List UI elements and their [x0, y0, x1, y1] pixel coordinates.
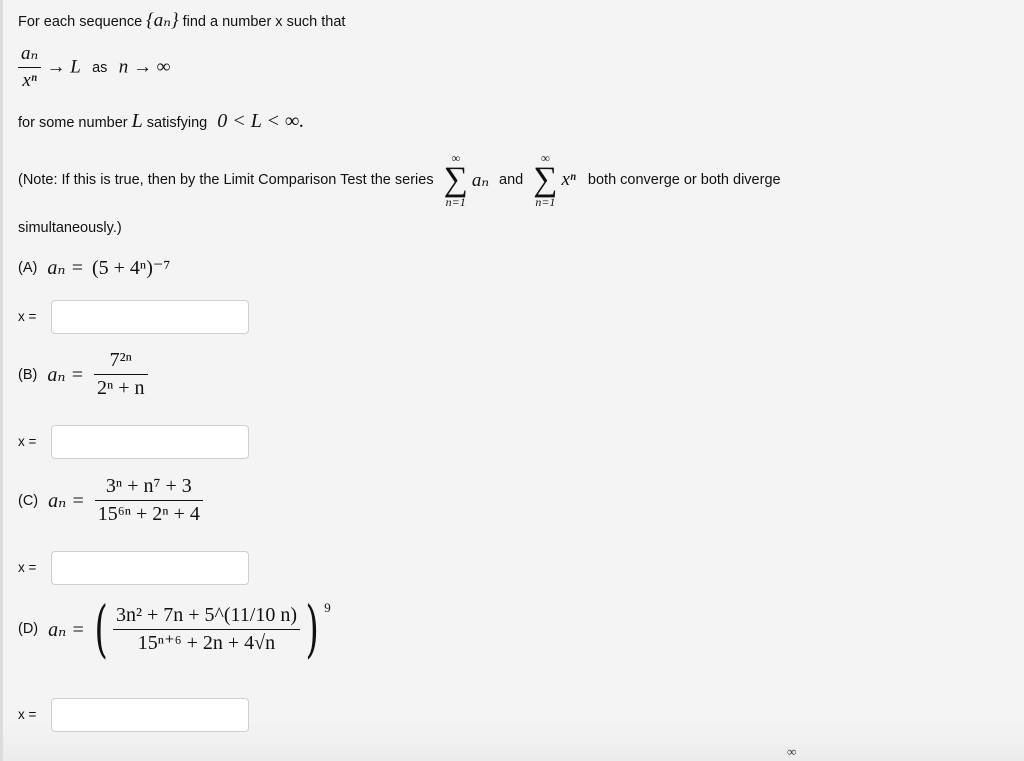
limit-fraction: aₙ xⁿ: [18, 43, 42, 91]
problem-panel: For each sequence {aₙ} find a number x s…: [0, 0, 1024, 761]
intro-line-3: for some number L satisfying 0 < L < ∞.: [18, 110, 304, 133]
sum-term-an: aₙ: [471, 169, 490, 191]
problem-fraction: 3n² + 7n + 5^(11/10 n) 15ⁿ⁺⁶ + 2n + 4√n: [112, 603, 301, 654]
limit-expression: aₙ xⁿ → L as n → ∞: [18, 44, 170, 91]
fraction-numerator: 3ⁿ + n⁷ + 3: [105, 475, 192, 497]
problem-lhs: aₙ =: [48, 490, 85, 512]
sum-an: ∞ ∑ n=1: [444, 151, 468, 209]
fraction-numerator: 3n² + 7n + 5^(11/10 n): [115, 603, 298, 626]
and-text: and: [499, 172, 524, 188]
arrow-L: → L: [46, 56, 81, 78]
fraction-numerator: 7²ⁿ: [109, 349, 132, 371]
sigma-icon: ∑: [443, 161, 468, 198]
x-label: x =: [18, 707, 37, 722]
problem-lhs: aₙ =: [47, 364, 84, 386]
sum-term-xn: xⁿ: [561, 169, 576, 190]
inequality: 0 < L < ∞.: [217, 110, 305, 132]
sigma-icon: ∑: [533, 161, 558, 198]
answer-input-d[interactable]: [51, 698, 249, 732]
problem-label: (A): [18, 259, 38, 276]
problem-formula: (5 + 4ⁿ)⁻⁷: [91, 257, 171, 279]
problem-label: (C): [18, 492, 39, 509]
problem-lhs: aₙ =: [48, 618, 85, 641]
problem-fraction: 7²ⁿ 2ⁿ + n: [93, 349, 148, 399]
sum-lower-limit: n=1: [445, 195, 466, 209]
sum-lower-limit: n=1: [535, 195, 556, 209]
problem-fraction: 3ⁿ + n⁷ + 3 15⁶ⁿ + 2ⁿ + 4: [94, 475, 203, 525]
problem-label: (D): [18, 621, 39, 637]
intro-line-1: For each sequence {aₙ} find a number x s…: [18, 9, 345, 32]
fraction-bar: [93, 374, 148, 375]
fraction-denominator: 2ⁿ + n: [96, 377, 145, 399]
as-text: as: [92, 60, 108, 77]
problem-b: (B) aₙ = 7²ⁿ 2ⁿ + n: [18, 350, 148, 399]
n-to-infinity: n → ∞: [118, 56, 171, 78]
limit-denominator: xⁿ: [22, 69, 37, 91]
note-line: (Note: If this is true, then by the Limi…: [18, 142, 781, 218]
fraction-denominator: 15⁶ⁿ + 2ⁿ + 4: [97, 503, 200, 525]
problem-d: (D) aₙ = ( 3n² + 7n + 5^(11/10 n) 15ⁿ⁺⁶ …: [18, 598, 331, 660]
limit-numerator: aₙ: [21, 43, 39, 64]
x-label: x =: [18, 309, 37, 324]
answer-input-b[interactable]: [51, 425, 249, 459]
intro-line3-mid: satisfying: [146, 115, 208, 131]
note-line-2: simultaneously.): [18, 220, 122, 236]
intro-line3-prefix: for some number: [18, 115, 128, 131]
fraction-bar: [94, 500, 203, 501]
L-symbol: L: [131, 110, 143, 132]
left-paren: (: [94, 592, 108, 665]
problem-lhs: aₙ =: [47, 257, 84, 279]
fraction-bar: [112, 628, 301, 630]
problem-c: (C) aₙ = 3ⁿ + n⁷ + 3 15⁶ⁿ + 2ⁿ + 4: [18, 476, 203, 525]
right-paren: ): [305, 592, 319, 665]
note-prefix: (Note: If this is true, then by the Limi…: [18, 172, 434, 188]
note-suffix: both converge or both diverge: [587, 172, 781, 188]
x-label: x =: [18, 560, 37, 575]
intro-text-suffix: find a number x such that: [182, 14, 346, 30]
infinity-icon: ∞: [787, 744, 797, 759]
problem-label: (B): [18, 366, 38, 383]
intro-text: For each sequence: [18, 14, 143, 30]
fraction-denominator: 15ⁿ⁺⁶ + 2n + 4√n: [137, 631, 276, 654]
x-label: x =: [18, 434, 37, 449]
sum-xn: ∞ ∑ n=1: [533, 151, 557, 209]
outer-exponent: 9: [324, 600, 331, 615]
answer-input-c[interactable]: [51, 551, 249, 585]
answer-input-a[interactable]: [51, 300, 249, 334]
fraction-bar: [18, 66, 42, 68]
problem-a: (A) aₙ = (5 + 4ⁿ)⁻⁷: [18, 255, 170, 280]
sequence-notation: {aₙ}: [146, 10, 179, 31]
